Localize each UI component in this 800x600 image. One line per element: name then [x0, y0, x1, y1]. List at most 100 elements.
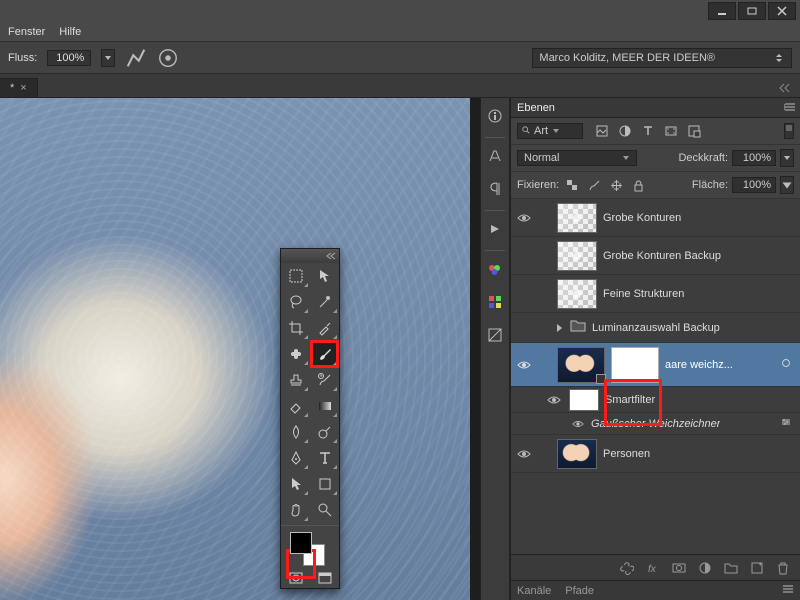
layers-list[interactable]: Grobe Konturen Grobe Konturen Backup Fei…	[511, 199, 800, 554]
layer-filter-kind[interactable]: Art	[517, 123, 583, 139]
filter-adjust-icon[interactable]	[616, 122, 634, 140]
adjustment-layer-icon[interactable]	[696, 559, 714, 577]
window-close-button[interactable]	[768, 2, 796, 20]
color-swatches[interactable]	[281, 528, 339, 568]
visibility-toggle-icon[interactable]	[515, 285, 533, 303]
opacity-value[interactable]: 100%	[732, 150, 776, 166]
delete-layer-icon[interactable]	[774, 559, 792, 577]
tool-move[interactable]	[310, 263, 339, 289]
layer-name[interactable]: Luminanzauswahl Backup	[592, 322, 720, 334]
layer-name[interactable]: Grobe Konturen Backup	[603, 250, 721, 262]
layer-row[interactable]: Grobe Konturen	[511, 199, 800, 237]
document-tab-close-icon[interactable]: ×	[20, 82, 26, 94]
layer-row[interactable]: Grobe Konturen Backup	[511, 237, 800, 275]
document-canvas[interactable]	[0, 98, 470, 600]
visibility-toggle-icon[interactable]	[515, 209, 533, 227]
filter-smart-icon[interactable]	[685, 122, 703, 140]
lock-position-icon[interactable]	[607, 176, 625, 194]
filter-mask-thumbnail[interactable]	[611, 347, 659, 383]
tool-crop[interactable]	[281, 315, 310, 341]
styles-panel-icon[interactable]	[487, 327, 503, 346]
fill-value[interactable]: 100%	[732, 177, 776, 193]
quickmask-toggle[interactable]	[281, 568, 310, 588]
tool-path-select[interactable]	[281, 471, 310, 497]
tool-wand[interactable]	[310, 289, 339, 315]
layer-row[interactable]: Feine Strukturen	[511, 275, 800, 313]
filter-blending-options-icon[interactable]	[780, 416, 792, 431]
layer-name[interactable]: aare weichz...	[665, 359, 733, 371]
paths-tab[interactable]: Pfade	[565, 585, 594, 597]
layer-name[interactable]: Feine Strukturen	[603, 288, 684, 300]
tool-lasso[interactable]	[281, 289, 310, 315]
color-panel-icon[interactable]	[487, 261, 503, 280]
visibility-toggle-icon[interactable]	[515, 247, 533, 265]
workspace-switcher[interactable]: Marco Kolditz, MEER DER IDEEN®	[532, 48, 792, 68]
tool-eraser[interactable]	[281, 393, 310, 419]
info-panel-icon[interactable]	[487, 108, 503, 127]
tool-pen[interactable]	[281, 445, 310, 471]
tool-history-brush[interactable]	[310, 367, 339, 393]
tablet-pressure-icon[interactable]	[157, 47, 179, 69]
menu-hilfe[interactable]: Hilfe	[59, 26, 81, 38]
layer-name[interactable]: Grobe Konturen	[603, 212, 681, 224]
opacity-dropdown[interactable]	[780, 149, 794, 167]
disclosure-triangle-icon[interactable]	[557, 324, 562, 332]
tool-zoom[interactable]	[310, 497, 339, 523]
paragraph-panel-icon[interactable]	[487, 181, 503, 200]
tool-healing[interactable]	[281, 341, 310, 367]
visibility-toggle-icon[interactable]	[515, 356, 533, 374]
layer-style-icon[interactable]: fx	[644, 559, 662, 577]
tool-hand[interactable]	[281, 497, 310, 523]
filter-visibility-icon[interactable]	[780, 358, 792, 371]
canvas-area[interactable]	[0, 98, 480, 600]
visibility-toggle-icon[interactable]	[545, 391, 563, 409]
layer-group-row[interactable]: Luminanzauswahl Backup	[511, 313, 800, 343]
tool-marquee[interactable]	[281, 263, 310, 289]
tool-stamp[interactable]	[281, 367, 310, 393]
layer-thumbnail[interactable]	[557, 439, 597, 469]
tool-brush[interactable]	[310, 341, 339, 367]
layer-mask-icon[interactable]	[670, 559, 688, 577]
layer-thumbnail[interactable]	[557, 203, 597, 233]
tool-blur[interactable]	[281, 419, 310, 445]
tool-dodge[interactable]	[310, 419, 339, 445]
tool-gradient[interactable]	[310, 393, 339, 419]
layer-row[interactable]: aare weichz...	[511, 343, 800, 387]
visibility-toggle-icon[interactable]	[571, 415, 585, 433]
tool-eyedropper[interactable]	[310, 315, 339, 341]
actions-panel-icon[interactable]	[487, 221, 503, 240]
window-minimize-button[interactable]	[708, 2, 736, 20]
smart-filter-item[interactable]: Gaußscher Weichzeichner	[511, 413, 800, 435]
filter-type-icon[interactable]	[639, 122, 657, 140]
lock-transparent-icon[interactable]	[563, 176, 581, 194]
filter-toggle-switch[interactable]	[784, 123, 794, 139]
panel-flyout-icon[interactable]	[784, 101, 796, 116]
document-tab[interactable]: * ×	[0, 78, 38, 97]
airbrush-toggle-icon[interactable]	[125, 47, 147, 69]
layer-row[interactable]: Personen	[511, 435, 800, 473]
foreground-color-swatch[interactable]	[290, 532, 312, 554]
tool-shape[interactable]	[310, 471, 339, 497]
character-panel-icon[interactable]	[487, 148, 503, 167]
collapse-dock-icon[interactable]	[778, 82, 790, 97]
channels-tab[interactable]: Kanäle	[517, 585, 551, 597]
tool-type[interactable]	[310, 445, 339, 471]
layer-thumbnail[interactable]	[557, 347, 605, 383]
lock-all-icon[interactable]	[629, 176, 647, 194]
filter-pixel-icon[interactable]	[593, 122, 611, 140]
flow-value[interactable]: 100%	[47, 50, 91, 66]
workspace-stepper-icon[interactable]	[775, 53, 785, 63]
menu-fenster[interactable]: Fenster	[8, 26, 45, 38]
filter-shape-icon[interactable]	[662, 122, 680, 140]
screenmode-toggle[interactable]	[310, 568, 339, 588]
toolbox-header[interactable]	[281, 249, 339, 263]
panel-flyout-icon[interactable]	[782, 583, 794, 598]
lock-pixels-icon[interactable]	[585, 176, 603, 194]
group-icon[interactable]	[722, 559, 740, 577]
smart-filter-heading[interactable]: Smartfilter	[511, 387, 800, 413]
window-restore-button[interactable]	[738, 2, 766, 20]
link-layers-icon[interactable]	[618, 559, 636, 577]
layers-tab[interactable]: Ebenen	[517, 102, 555, 114]
swatches-panel-icon[interactable]	[487, 294, 503, 313]
filter-name[interactable]: Gaußscher Weichzeichner	[591, 418, 720, 430]
